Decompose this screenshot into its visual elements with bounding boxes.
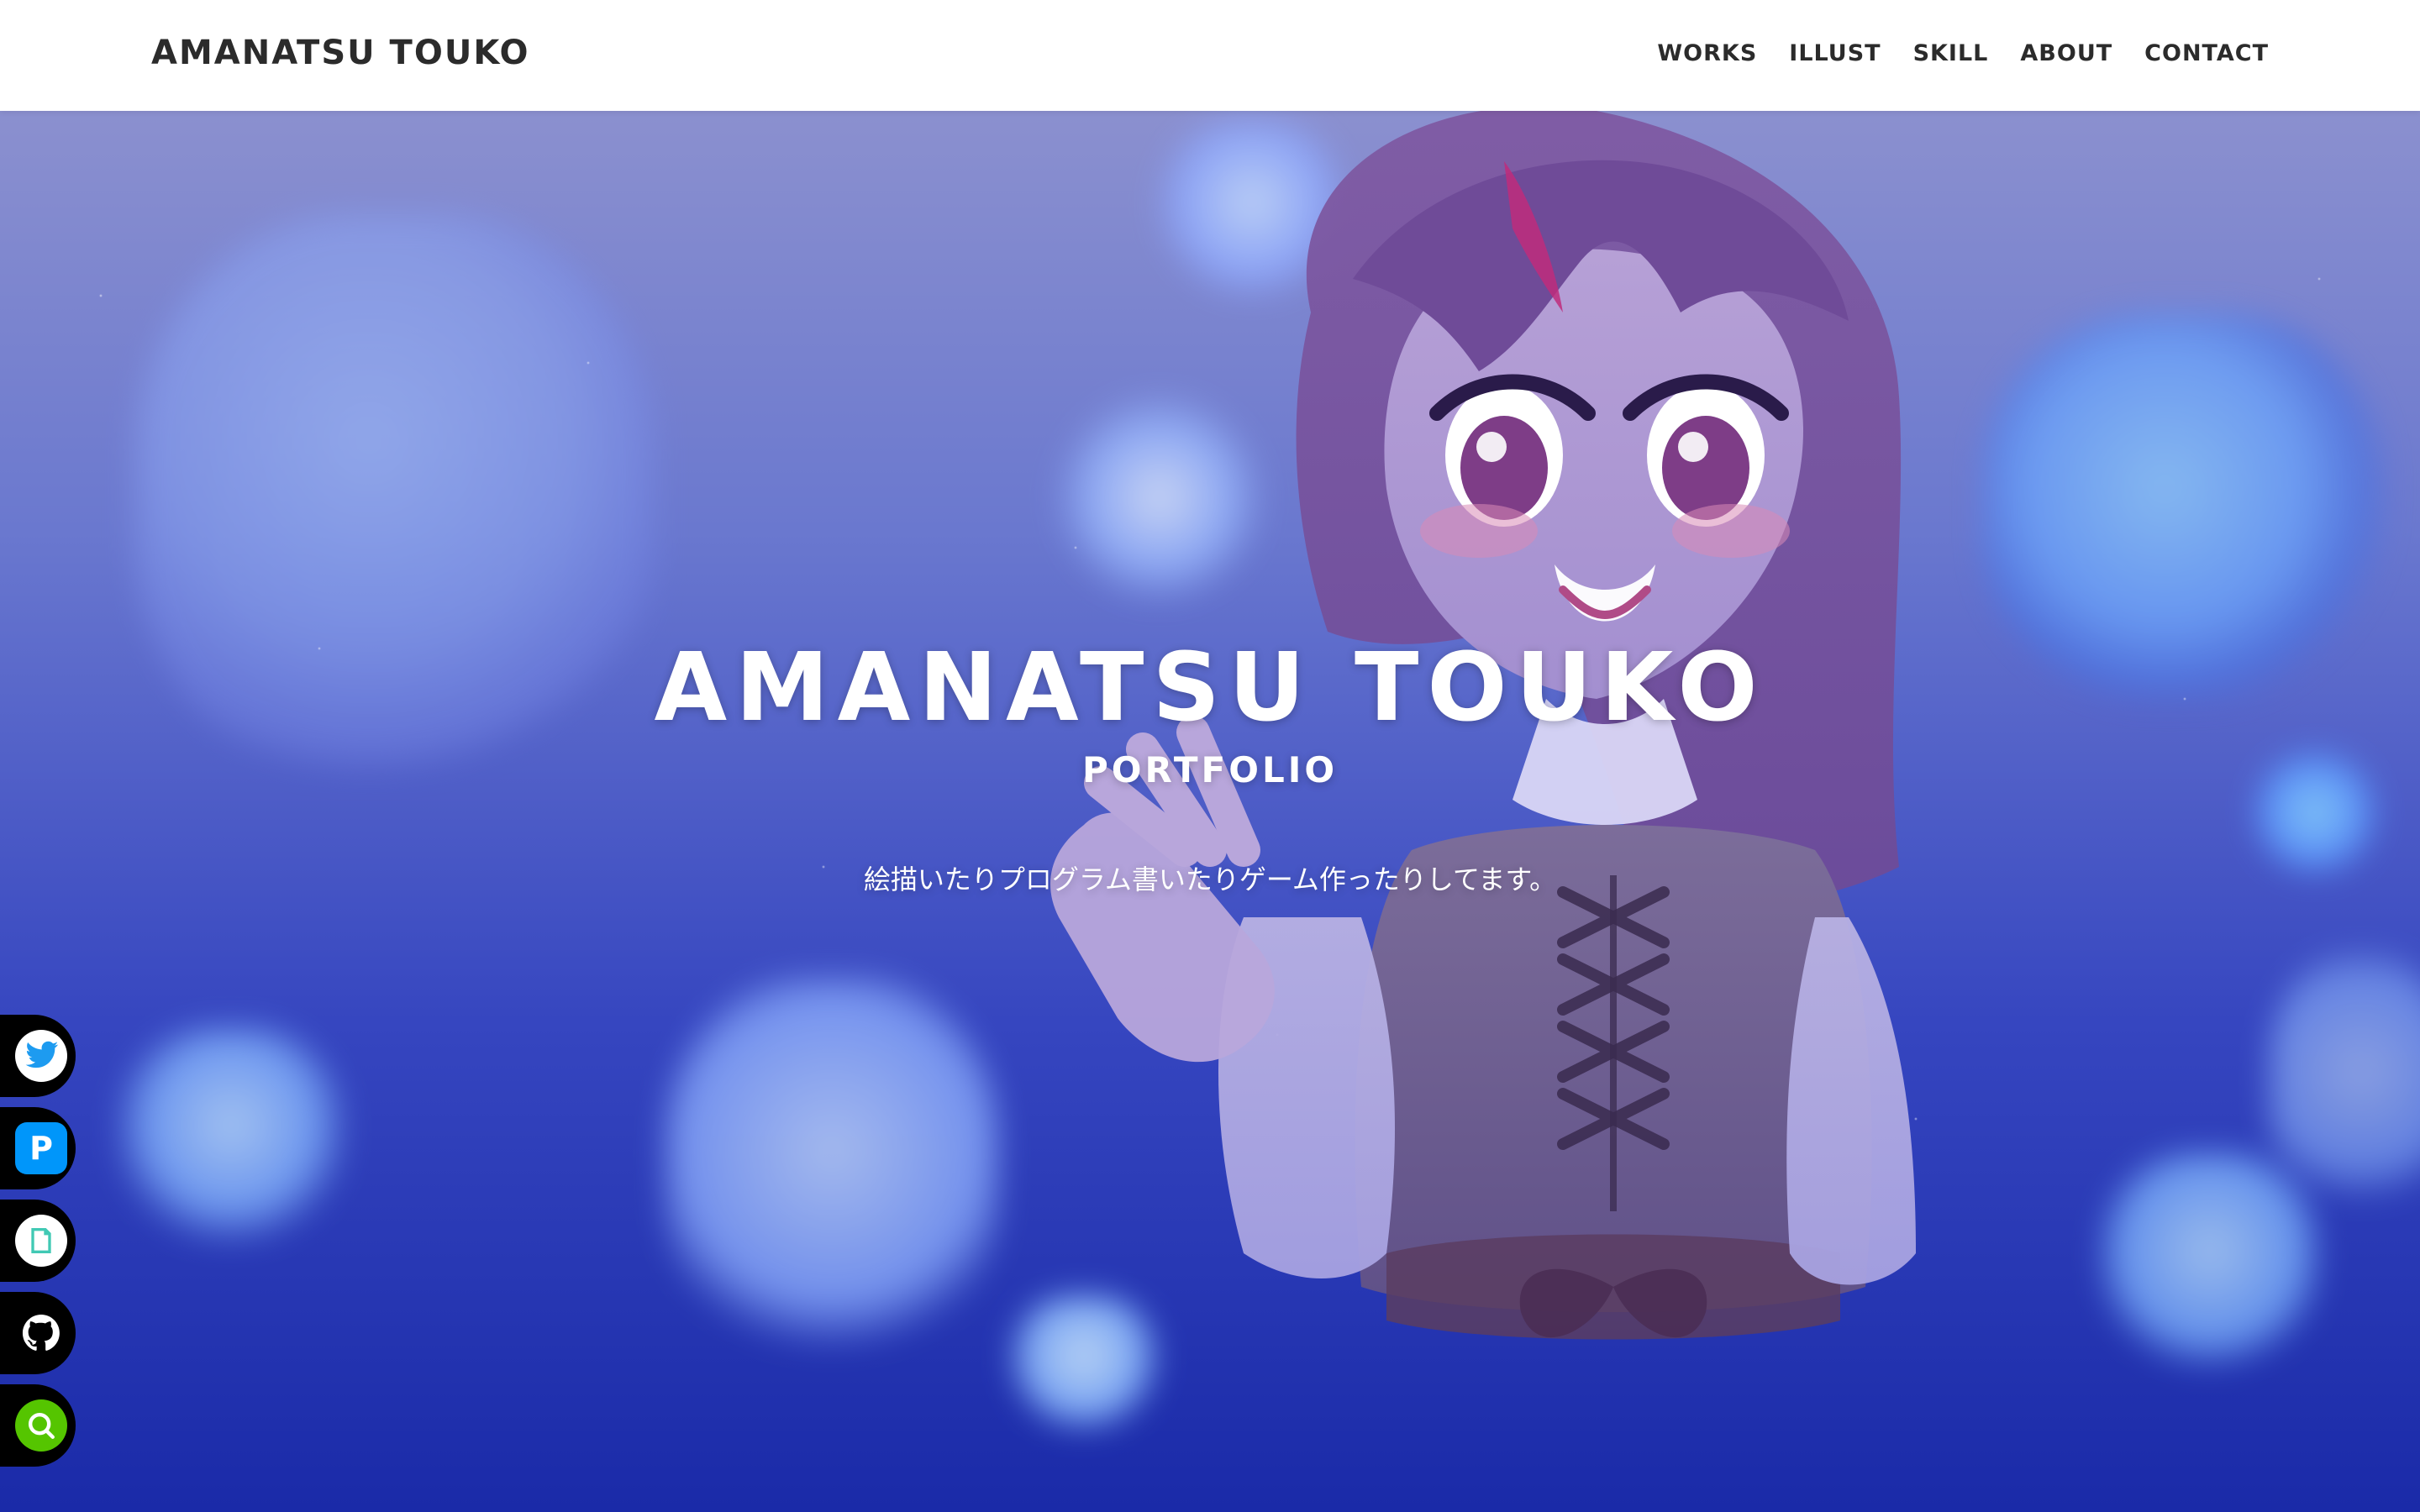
site-brand[interactable]: AMANATSU TOUKO — [151, 34, 530, 72]
note-link[interactable] — [0, 1200, 76, 1282]
primary-nav: WORKS ILLUST SKILL ABOUT CONTACT — [1657, 40, 2269, 66]
qiita-icon — [15, 1399, 67, 1452]
social-links-sidebar: P — [0, 1015, 76, 1467]
portfolio-page: AMANATSU TOUKO WORKS ILLUST SKILL ABOUT … — [0, 0, 2420, 1512]
nav-skill-link[interactable]: SKILL — [1913, 40, 1989, 66]
character-illustration — [1050, 111, 1916, 1340]
nav-works-link[interactable]: WORKS — [1657, 40, 1757, 66]
hero-tagline: 絵描いたりプログラム書いたりゲーム作ったりしてます。 — [863, 864, 1557, 895]
nav-contact-link[interactable]: CONTACT — [2144, 40, 2269, 66]
nav-about-link[interactable]: ABOUT — [2020, 40, 2112, 66]
note-icon — [15, 1215, 67, 1267]
twitter-icon — [15, 1030, 67, 1082]
nav-illust-link[interactable]: ILLUST — [1789, 40, 1881, 66]
top-navigation-bar: AMANATSU TOUKO WORKS ILLUST SKILL ABOUT … — [0, 0, 2420, 111]
hero-title: AMANATSU TOUKO — [654, 633, 1766, 743]
github-link[interactable] — [0, 1292, 76, 1374]
github-icon — [15, 1307, 67, 1359]
hero-subtitle: PORTFOLIO — [1081, 749, 1339, 790]
qiita-link[interactable] — [0, 1384, 76, 1467]
pixiv-link[interactable]: P — [0, 1107, 76, 1189]
hero-section: AMANATSU TOUKO PORTFOLIO 絵描いたりプログラム書いたりゲ… — [0, 111, 2420, 1512]
pixiv-icon: P — [15, 1122, 67, 1174]
twitter-link[interactable] — [0, 1015, 76, 1097]
